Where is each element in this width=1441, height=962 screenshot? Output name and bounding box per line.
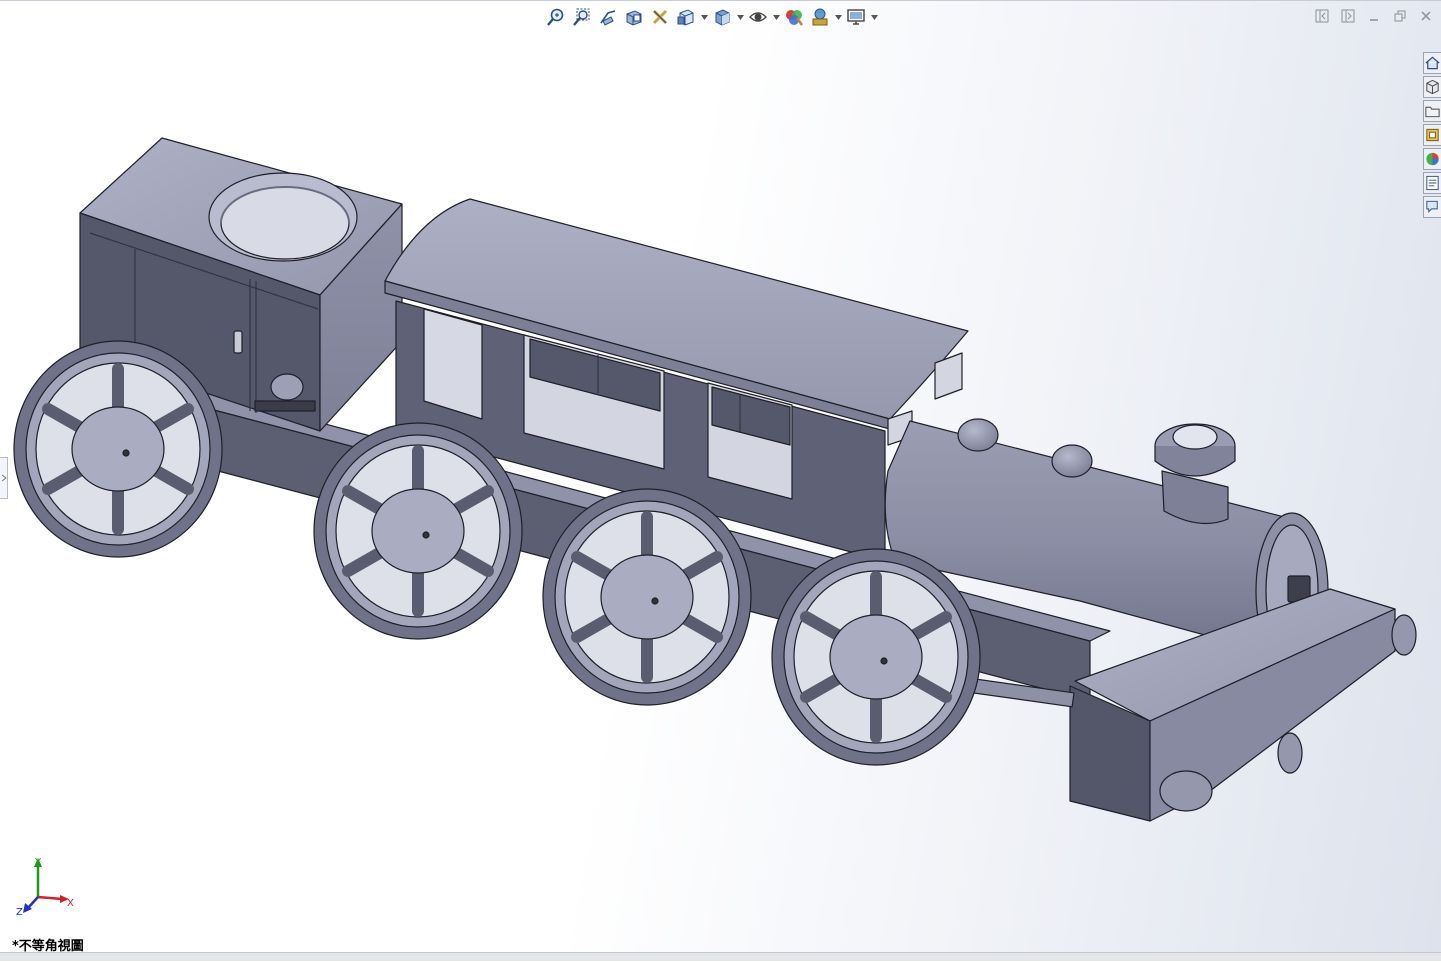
pane-right-icon[interactable] <box>1337 5 1359 27</box>
wheel-2 <box>313 422 523 640</box>
view-palette-icon[interactable] <box>1423 124 1441 146</box>
task-pane-tabs <box>1423 52 1441 218</box>
triad-x-label: X <box>67 898 74 909</box>
appearances-icon[interactable] <box>1423 148 1441 170</box>
restore-icon[interactable] <box>1389 5 1411 27</box>
zoom-to-fit-icon[interactable] <box>544 5 568 29</box>
zoom-to-area-icon[interactable] <box>570 5 594 29</box>
wheel-4 <box>771 548 981 766</box>
viewport-window-controls <box>1311 5 1441 27</box>
view-orientation-icon[interactable] <box>674 5 698 29</box>
chevron-down-icon[interactable] <box>736 5 744 29</box>
chevron-down-icon[interactable] <box>700 5 708 29</box>
chevron-down-icon[interactable] <box>834 5 842 29</box>
edit-appearance-icon[interactable] <box>782 5 806 29</box>
section-view-icon[interactable] <box>622 5 646 29</box>
wheel-1 <box>13 340 223 558</box>
chevron-down-icon[interactable] <box>772 5 780 29</box>
reference-triad: Y X Z <box>16 857 74 918</box>
apply-scene-icon[interactable] <box>808 5 832 29</box>
graphics-area[interactable]: Y X Z *不等角視圖 <box>0 0 1441 961</box>
feature-manager-toggle-handle[interactable] <box>0 457 8 499</box>
chevron-right-icon <box>1 474 7 482</box>
triad-y-label: Y <box>34 857 42 868</box>
design-library-icon[interactable] <box>1423 76 1441 98</box>
close-icon[interactable] <box>1415 5 1437 27</box>
dynamic-annotation-icon[interactable] <box>648 5 672 29</box>
pane-left-icon[interactable] <box>1311 5 1333 27</box>
previous-view-icon[interactable] <box>596 5 620 29</box>
display-style-icon[interactable] <box>710 5 734 29</box>
viewport-bottom-border <box>0 952 1441 961</box>
hide-show-items-icon[interactable] <box>746 5 770 29</box>
view-settings-icon[interactable] <box>844 5 868 29</box>
custom-properties-icon[interactable] <box>1423 172 1441 194</box>
locomotive-model[interactable] <box>0 1 1441 962</box>
file-explorer-icon[interactable] <box>1423 100 1441 122</box>
heads-up-view-toolbar <box>544 5 878 29</box>
chevron-down-icon[interactable] <box>870 5 878 29</box>
home-icon[interactable] <box>1423 52 1441 74</box>
minimize-icon[interactable] <box>1363 5 1385 27</box>
forum-icon[interactable] <box>1423 196 1441 218</box>
triad-z-label: Z <box>16 907 23 918</box>
wheel-3 <box>542 488 752 706</box>
